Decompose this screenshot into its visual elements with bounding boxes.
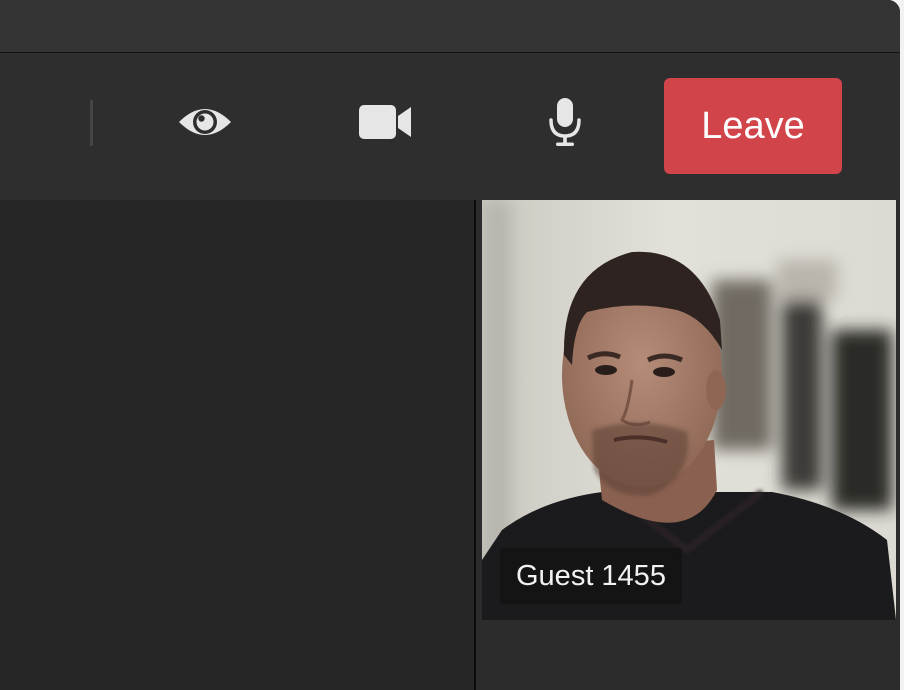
- participant-name-tag: Guest 1455: [500, 548, 682, 604]
- leave-button[interactable]: Leave: [664, 78, 842, 174]
- main-stage: [0, 200, 474, 690]
- video-camera-icon: [357, 102, 413, 147]
- microphone-icon: [545, 96, 585, 153]
- leave-button-label: Leave: [701, 104, 805, 147]
- call-toolbar: Leave: [0, 53, 900, 200]
- camera-toggle-button[interactable]: [355, 93, 415, 155]
- view-toggle-button[interactable]: [175, 93, 235, 155]
- participant-name: Guest 1455: [516, 559, 666, 592]
- participants-panel: Guest 1455: [476, 200, 900, 690]
- title-bar: [0, 0, 900, 53]
- participant-video-tile[interactable]: Guest 1455: [482, 200, 896, 620]
- toolbar-divider: [90, 100, 93, 146]
- microphone-toggle-button[interactable]: [535, 93, 595, 155]
- eye-icon: [177, 102, 233, 147]
- app-window: Leave Guest 1455: [0, 0, 900, 690]
